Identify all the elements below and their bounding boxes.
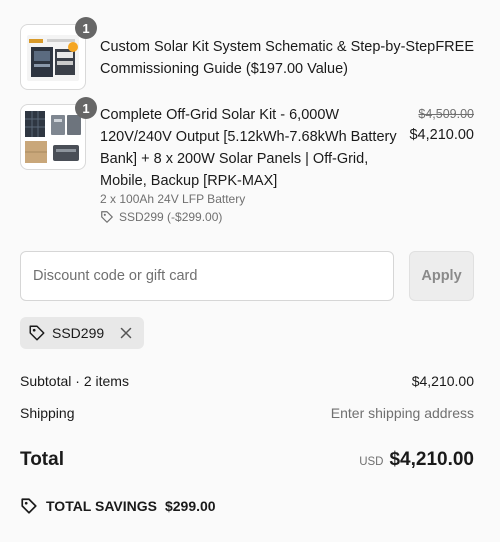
product-title: Complete Off-Grid Solar Kit - 6,000W 120… [100, 107, 397, 189]
product-price: FREE [435, 39, 474, 55]
total-value: $4,210.00 [389, 449, 474, 470]
product-thumbnail: 1 [20, 97, 97, 170]
total-amount: USD $4,210.00 [359, 449, 474, 471]
product-price-block: $4,509.00 $4,210.00 [409, 104, 474, 146]
guide-image-icon [27, 35, 79, 81]
discount-code-label: SSD299 [52, 325, 105, 341]
total-label: Total [20, 449, 64, 470]
shipping-value: Enter shipping address [330, 405, 474, 421]
currency-code: USD [359, 456, 384, 468]
tag-icon [29, 325, 45, 341]
quantity-badge: 1 [75, 97, 97, 119]
subtotal-label: Subtotal · 2 items [20, 373, 129, 389]
tag-icon [21, 498, 37, 514]
product-price: $4,210.00 [409, 127, 474, 143]
tag-icon [101, 211, 113, 223]
discount-code-input[interactable]: Discount code or gift card [20, 251, 394, 301]
compare-at-price: $4,509.00 [418, 107, 474, 121]
total-savings: TOTAL SAVINGS $299.00 [20, 497, 216, 515]
quantity-badge: 1 [75, 17, 97, 39]
line-discount: SSD299 (-$299.00) [100, 210, 222, 224]
shipping-row: Shipping Enter shipping address [20, 405, 474, 421]
shipping-label: Shipping [20, 405, 75, 421]
apply-discount-button[interactable]: Apply [409, 251, 474, 301]
savings-value: $299.00 [164, 498, 216, 514]
applied-discount-chip: SSD299 [20, 317, 145, 349]
savings-label: TOTAL SAVINGS [46, 498, 157, 514]
line-item: 1 Custom Solar Kit System Schematic & St… [20, 17, 474, 90]
subtotal-row: Subtotal · 2 items $4,210.00 [20, 373, 474, 389]
subtotal-value: $4,210.00 [411, 373, 474, 389]
line-item: 1 Complete Off-Grid Solar Kit - 6,000W 1… [20, 97, 474, 234]
product-thumbnail: 1 [20, 17, 97, 90]
solar-kit-image-icon [25, 111, 81, 163]
product-variant: 2 x 100Ah 24V LFP Battery [100, 192, 246, 206]
total-row: Total USD $4,210.00 [20, 449, 474, 471]
close-icon[interactable] [118, 325, 134, 341]
product-title: Custom Solar Kit System Schematic & Step… [100, 39, 436, 77]
